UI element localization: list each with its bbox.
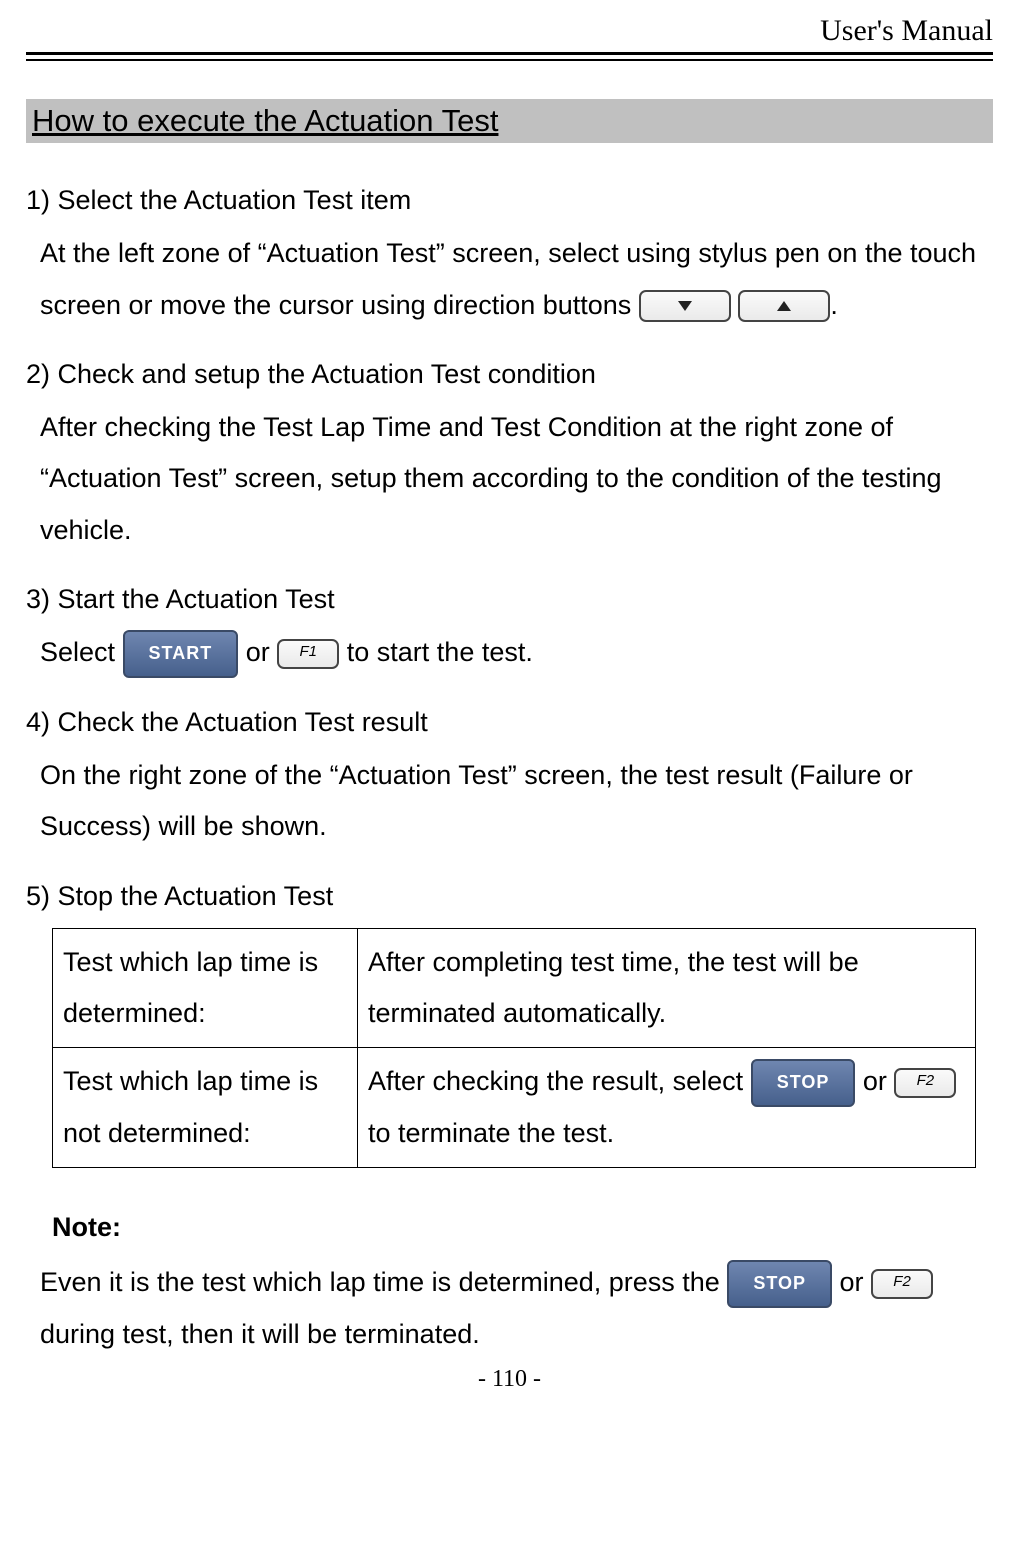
table-cell-row1-left: Test which lap time is determined: — [53, 928, 358, 1048]
note-heading: Note: — [52, 1202, 993, 1253]
step-5-head: 5) Stop the Actuation Test — [26, 871, 993, 922]
table-cell-row2-right: After checking the result, select STOP o… — [358, 1048, 976, 1168]
section-title: How to execute the Actuation Test — [26, 99, 993, 143]
step-4-body: On the right zone of the “Actuation Test… — [40, 750, 993, 853]
step-1-text-b: . — [830, 290, 838, 320]
start-button[interactable]: START — [123, 630, 239, 678]
f2-key-icon[interactable]: F2 — [871, 1269, 933, 1299]
step-1-head: 1) Select the Actuation Test item — [26, 175, 993, 226]
stop-test-table: Test which lap time is determined: After… — [52, 928, 976, 1168]
step-3-text-a: Select — [40, 637, 123, 667]
row2-text-b: or — [863, 1066, 895, 1096]
table-row: Test which lap time is not determined: A… — [53, 1048, 976, 1168]
table-cell-row1-right: After completing test time, the test wil… — [358, 928, 976, 1048]
note-text-c: during test, then it will be terminated. — [40, 1319, 480, 1349]
page-number: - 110 - — [26, 1366, 993, 1393]
step-4-head: 4) Check the Actuation Test result — [26, 697, 993, 748]
header-divider — [26, 52, 993, 61]
note-text-b: or — [840, 1267, 872, 1297]
f2-key-icon[interactable]: F2 — [894, 1068, 956, 1098]
row2-text-a: After checking the result, select — [368, 1066, 751, 1096]
f1-key-icon[interactable]: F1 — [277, 639, 339, 669]
direction-up-button-icon[interactable] — [738, 290, 830, 322]
row2-text-c: to terminate the test. — [368, 1118, 614, 1148]
note-body: Even it is the test which lap time is de… — [40, 1257, 993, 1360]
step-2-body: After checking the Test Lap Time and Tes… — [40, 402, 993, 556]
running-header: User's Manual — [26, 14, 993, 48]
table-cell-row2-left: Test which lap time is not determined: — [53, 1048, 358, 1168]
step-2-head: 2) Check and setup the Actuation Test co… — [26, 349, 993, 400]
note-text-a: Even it is the test which lap time is de… — [40, 1267, 727, 1297]
stop-button[interactable]: STOP — [727, 1260, 832, 1308]
direction-down-button-icon[interactable] — [639, 290, 731, 322]
step-3-text-c: to start the test. — [347, 637, 533, 667]
step-1-body: At the left zone of “Actuation Test” scr… — [40, 228, 993, 331]
stop-button[interactable]: STOP — [751, 1059, 856, 1107]
table-row: Test which lap time is determined: After… — [53, 928, 976, 1048]
step-3-body: Select START or F1 to start the test. — [40, 627, 993, 678]
step-3-text-b: or — [246, 637, 278, 667]
step-3-head: 3) Start the Actuation Test — [26, 574, 993, 625]
